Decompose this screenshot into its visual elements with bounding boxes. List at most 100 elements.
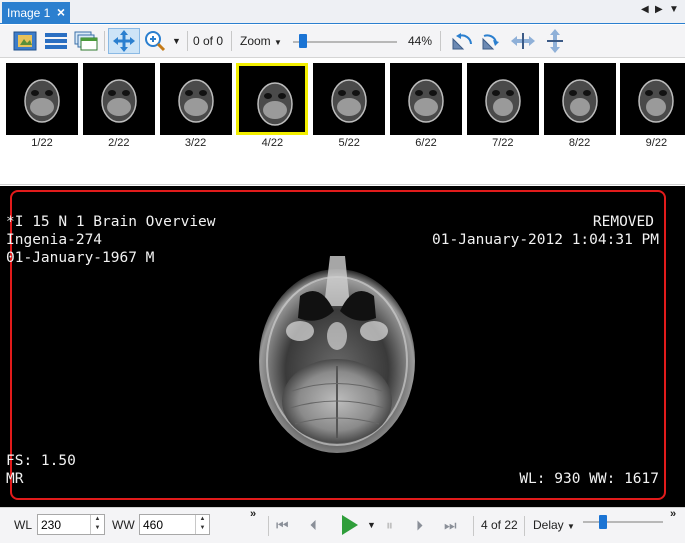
wl-spinbox[interactable]: 230 ▲ ▼ [37,514,105,535]
tab-strip: Image 1 × ◀ ▶ ▼ [0,0,685,24]
thumbnail-image [638,79,675,123]
wl-label: WL [14,518,32,532]
separator [104,31,105,51]
thumbnail[interactable] [466,63,539,135]
overlay-modality: MR [6,471,24,487]
flip-horizontal-icon [511,33,535,49]
windows-icon [74,31,98,51]
spin-down-icon[interactable]: ▼ [196,524,209,533]
windows-button[interactable] [72,28,100,54]
close-icon[interactable]: × [57,4,65,20]
play-icon[interactable] [340,513,360,537]
fit-image-icon [13,31,37,51]
tab-scroll-left-icon[interactable]: ◀ [641,4,649,15]
thumbnail-label: 3/22 [184,137,207,149]
tab-scroll-right-icon[interactable]: ▶ [655,4,663,15]
zoom-dropdown[interactable]: Zoom ▼ [240,34,282,48]
overlay-station: Ingenia-274 [6,232,103,248]
viewer-toolbar: ▼ 0 of 0 Zoom ▼ 44% [0,25,685,58]
zoom-slider-track[interactable] [293,41,397,43]
separator [231,31,232,51]
chevron-down-icon: ▼ [567,522,575,531]
thumbnail-label: 1/22 [31,137,53,149]
thumbnail[interactable] [620,63,685,135]
thumbnail[interactable] [6,63,78,135]
thumbnail-label: 5/22 [338,137,360,149]
thumbnail[interactable] [543,63,616,135]
ww-label: WW [112,518,135,532]
thumbnail-image [408,79,444,123]
spin-down-icon[interactable]: ▼ [91,524,104,533]
separator [268,516,269,536]
zoom-value: 44% [408,34,433,48]
thumbnail[interactable] [236,63,309,135]
overlay-series-name: *I 15 N 1 Brain Overview [6,214,216,230]
previous-frame-icon[interactable]: ⏴ [310,517,317,534]
flip-vertical-button[interactable] [540,28,570,54]
pause-icon[interactable]: ⏸ [386,517,393,534]
zoom-tool-button[interactable] [142,28,168,54]
thumbnail-image [24,79,60,123]
overlay-study-date: 01-January-2012 1:04:31 PM [432,232,659,248]
thumbnail[interactable] [313,63,386,135]
overlay-patient-name: REMOVED [592,214,654,230]
magnifier-plus-icon [145,31,166,52]
thumbnail-image [257,82,294,126]
thumbnail-label: 4/22 [261,137,284,149]
frame-counter: 0 of 0 [193,34,224,48]
rotate-right-button[interactable] [478,28,506,54]
thumbnail[interactable] [82,63,155,135]
rotate-left-button[interactable] [448,28,476,54]
pan-icon [113,30,135,52]
thumbnail-label: 6/22 [415,137,437,149]
thumbnail-image [561,79,598,123]
thumbnail-label: 8/22 [568,137,591,149]
overflow-chevron-icon[interactable]: » [250,508,256,520]
thumbnail-strip: 1/22 2/22 3/22 4/22 5/22 6/22 7/22 8/22 9/22 [0,59,685,243]
tab-image-1[interactable]: Image 1 × [2,2,70,24]
overlay-patient-dob: 01-January-1967 M [6,250,155,266]
playback-toolbar: WL 230 ▲ ▼ WW 460 ▲ ▼ » ⏮ ⏴ ▼ ⏸ ⏵ ⏭ 4 of 2… [0,507,685,543]
fit-image-button[interactable] [10,28,40,54]
spin-up-icon[interactable]: ▲ [91,515,104,524]
delay-slider-track[interactable] [583,521,663,523]
thumbnail[interactable] [159,63,232,135]
delay-dropdown[interactable]: Delay ▼ [533,518,575,532]
zoom-label: Zoom [240,34,271,48]
first-frame-icon[interactable]: ⏮ [276,517,289,534]
spin-up-icon[interactable]: ▲ [196,515,209,524]
rotate-left-icon [452,33,472,50]
tab-list-icon[interactable]: ▼ [669,4,679,15]
rotate-right-icon [482,34,499,50]
separator [440,31,441,51]
overflow-chevron-icon[interactable]: » [670,508,676,520]
play-dropdown-icon[interactable]: ▼ [367,520,376,530]
overlay-field-strength: FS: 1.50 [6,453,76,469]
chevron-down-icon: ▼ [274,38,282,47]
last-frame-icon[interactable]: ⏭ [444,517,457,534]
thumbnail-label: 7/22 [492,137,514,149]
thumbnail-image [485,79,521,123]
wl-value: 230 [41,518,62,532]
zoom-slider-thumb[interactable] [299,34,308,48]
flip-vertical-icon [547,29,563,53]
delay-slider-thumb[interactable] [599,515,607,529]
ww-value: 460 [143,518,164,532]
image-viewport[interactable]: *I 15 N 1 Brain Overview Ingenia-274 01-… [0,186,685,507]
thumbnail-image [331,79,367,123]
list-icon [45,33,67,49]
separator [524,516,525,536]
tab-label: Image 1 [7,6,51,20]
thumbnail[interactable] [390,63,462,135]
thumbnail-image [101,79,137,123]
thumbnail-label: 9/22 [645,137,668,149]
next-frame-icon[interactable]: ⏵ [416,517,423,534]
delay-label: Delay [533,518,564,532]
thumbnail-image [177,79,214,123]
ww-spinbox[interactable]: 460 ▲ ▼ [139,514,210,535]
flip-horizontal-button[interactable] [508,28,538,54]
separator [473,516,474,536]
list-view-button[interactable] [42,28,70,54]
pan-button[interactable] [108,28,140,54]
zoom-tool-dropdown-icon[interactable]: ▼ [172,36,181,46]
